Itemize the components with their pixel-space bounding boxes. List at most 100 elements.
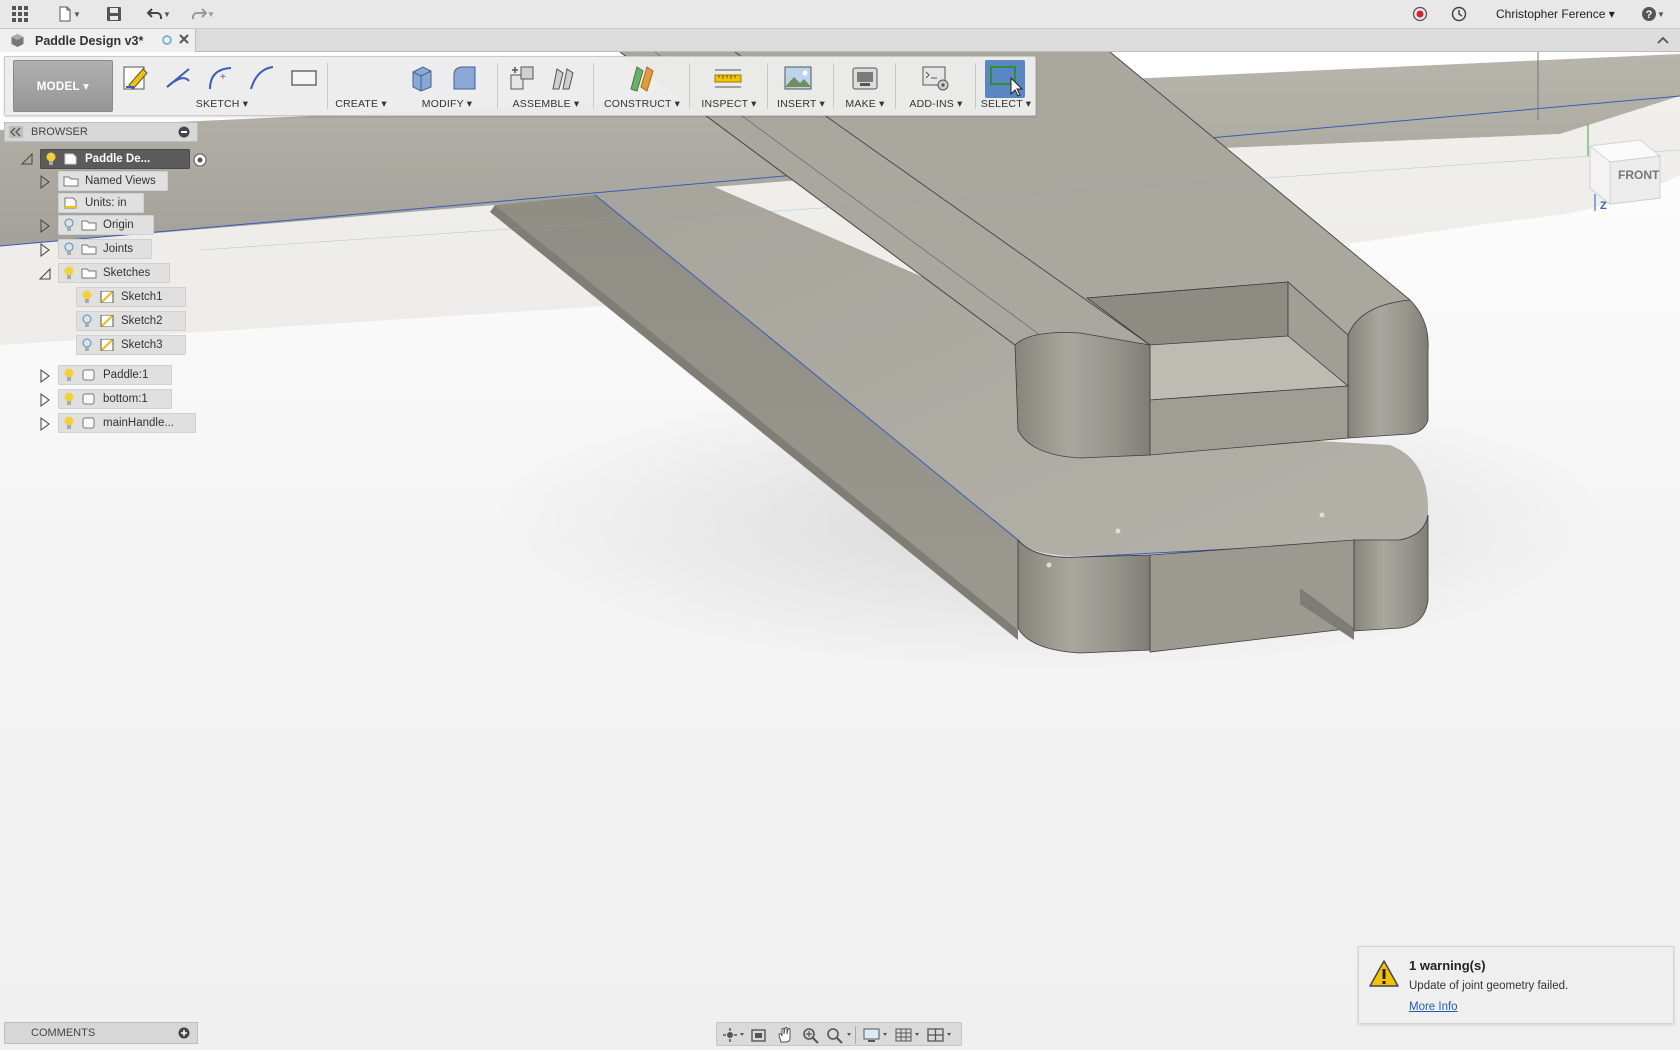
offset-plane-icon[interactable] (627, 63, 657, 93)
undo-icon[interactable]: ▼ (144, 4, 174, 24)
scripts-addins-icon[interactable] (921, 63, 951, 93)
modify-menu[interactable]: MODIFY ▾ (397, 98, 497, 110)
select-tool-button[interactable] (985, 60, 1025, 98)
visibility-bulb-icon[interactable] (63, 392, 75, 406)
grid-snap-icon[interactable] (893, 1026, 923, 1044)
tree-root-node[interactable]: Paddle De... (40, 149, 207, 169)
warning-message: Update of joint geometry failed. (1409, 980, 1569, 992)
create-group: CREATE ▾ (327, 57, 395, 115)
tree-item-paddle-body[interactable]: Paddle:1 (58, 365, 172, 385)
save-icon[interactable] (103, 4, 125, 24)
view-cube[interactable]: FRONT Z (1580, 116, 1670, 216)
visibility-bulb-icon[interactable] (63, 266, 75, 280)
svg-text:?: ? (1646, 9, 1653, 21)
insert-group: INSERT ▾ (769, 57, 833, 115)
collapse-triangle-icon[interactable] (38, 267, 52, 281)
help-icon[interactable]: ? ▼ (1636, 4, 1670, 24)
create-sketch-icon[interactable] (121, 63, 151, 93)
addins-menu[interactable]: ADD-INS ▾ (897, 98, 975, 110)
fit-zoom-icon[interactable] (823, 1026, 853, 1044)
app-grid-icon[interactable] (9, 4, 31, 24)
user-account-menu[interactable]: Christopher Ference ▾ (1496, 7, 1615, 21)
comments-panel-header[interactable]: COMMENTS (4, 1022, 198, 1044)
pan-hand-icon[interactable] (773, 1026, 797, 1044)
more-info-link[interactable]: More Info (1409, 1001, 1458, 1013)
folder-icon (81, 220, 97, 231)
view-cube-front-label[interactable]: FRONT (1618, 168, 1659, 182)
addins-group: ADD-INS ▾ (897, 57, 975, 115)
expand-triangle-icon[interactable] (38, 219, 52, 233)
axis-z-label: Z (1600, 200, 1607, 212)
inspect-menu[interactable]: INSPECT ▾ (691, 98, 767, 110)
expand-triangle-icon[interactable] (38, 393, 52, 407)
tree-item-sketch2[interactable]: Sketch2 (76, 311, 186, 331)
units-label: Units: in (85, 197, 127, 209)
model-canvas[interactable] (0, 52, 1680, 1050)
tree-item-main-handle[interactable]: mainHandle... (58, 413, 196, 433)
insert-image-icon[interactable] (783, 63, 813, 93)
tree-item-named-views[interactable]: Named Views (58, 171, 168, 191)
make-menu[interactable]: MAKE ▾ (835, 98, 895, 110)
zoom-icon[interactable] (799, 1026, 823, 1044)
visibility-bulb-off-icon[interactable] (63, 218, 75, 232)
tree-item-sketch1[interactable]: Sketch1 (76, 287, 186, 307)
redo-icon[interactable]: ▼ (188, 4, 218, 24)
joint-icon[interactable] (547, 63, 577, 93)
sketch-menu[interactable]: SKETCH ▾ (117, 98, 327, 110)
workspace-switcher-button[interactable]: MODEL ▾ (13, 60, 113, 112)
3d-viewport[interactable]: FRONT Z (0, 52, 1680, 1050)
visibility-bulb-off-icon[interactable] (81, 314, 93, 328)
visibility-bulb-icon[interactable] (63, 416, 75, 430)
browser-panel-header[interactable]: BROWSER (4, 122, 198, 142)
insert-menu[interactable]: INSERT ▾ (769, 98, 833, 110)
3d-print-icon[interactable] (850, 63, 880, 93)
viewports-icon[interactable] (925, 1026, 955, 1044)
arc-tool-icon[interactable]: + (205, 63, 235, 93)
visibility-bulb-icon[interactable] (63, 368, 75, 382)
add-comment-icon[interactable] (178, 1027, 190, 1042)
measure-icon[interactable] (713, 63, 743, 93)
browser-minimize-icon[interactable] (178, 126, 190, 141)
rectangle-tool-icon[interactable] (289, 63, 319, 93)
fillet-icon[interactable] (449, 63, 479, 93)
visibility-bulb-off-icon[interactable] (63, 242, 75, 256)
record-icon[interactable] (1409, 4, 1431, 24)
tree-item-sketches[interactable]: Sketches (58, 263, 170, 283)
new-component-icon[interactable] (507, 63, 537, 93)
create-menu[interactable]: CREATE ▾ (327, 98, 395, 110)
expand-triangle-icon[interactable] (38, 175, 52, 189)
collapse-browser-icon[interactable] (9, 126, 23, 141)
look-at-icon[interactable] (747, 1026, 771, 1044)
tree-item-units[interactable]: Units: in (58, 193, 144, 213)
expand-triangle-icon[interactable] (38, 417, 52, 431)
expand-triangle-icon[interactable] (38, 369, 52, 383)
tree-item-sketch3[interactable]: Sketch3 (76, 335, 186, 355)
display-settings-icon[interactable] (861, 1026, 891, 1044)
select-menu[interactable]: SELECT ▾ (977, 98, 1035, 110)
file-menu-icon[interactable]: ▼ (54, 4, 84, 24)
sketch-icon (100, 315, 114, 327)
visibility-bulb-icon[interactable] (45, 152, 57, 166)
construct-menu[interactable]: CONSTRUCT ▾ (595, 98, 689, 110)
warning-notification: 1 warning(s) Update of joint geometry fa… (1358, 946, 1674, 1024)
expand-triangle-icon[interactable] (38, 243, 52, 257)
assemble-group: ASSEMBLE ▾ (499, 57, 593, 115)
tree-item-bottom-body[interactable]: bottom:1 (58, 389, 172, 409)
orbit-icon[interactable] (721, 1026, 745, 1044)
close-tab-icon[interactable] (178, 33, 190, 48)
line-tool-icon[interactable] (163, 63, 193, 93)
job-status-clock-icon[interactable] (1448, 4, 1470, 24)
visibility-bulb-icon[interactable] (81, 290, 93, 304)
tree-item-joints[interactable]: Joints (58, 239, 152, 259)
assemble-menu[interactable]: ASSEMBLE ▾ (499, 98, 593, 110)
collapse-up-chevron-icon[interactable] (1656, 34, 1670, 49)
press-pull-icon[interactable] (407, 63, 437, 93)
collapse-triangle-icon[interactable] (20, 152, 34, 166)
select-group: SELECT ▾ (977, 57, 1035, 115)
visibility-bulb-off-icon[interactable] (81, 338, 93, 352)
activate-radio-icon[interactable] (193, 153, 207, 170)
tree-item-origin[interactable]: Origin (58, 215, 154, 235)
folder-icon (81, 268, 97, 279)
spline-tool-icon[interactable] (247, 63, 277, 93)
document-tab[interactable]: Paddle Design v3* (0, 29, 196, 52)
